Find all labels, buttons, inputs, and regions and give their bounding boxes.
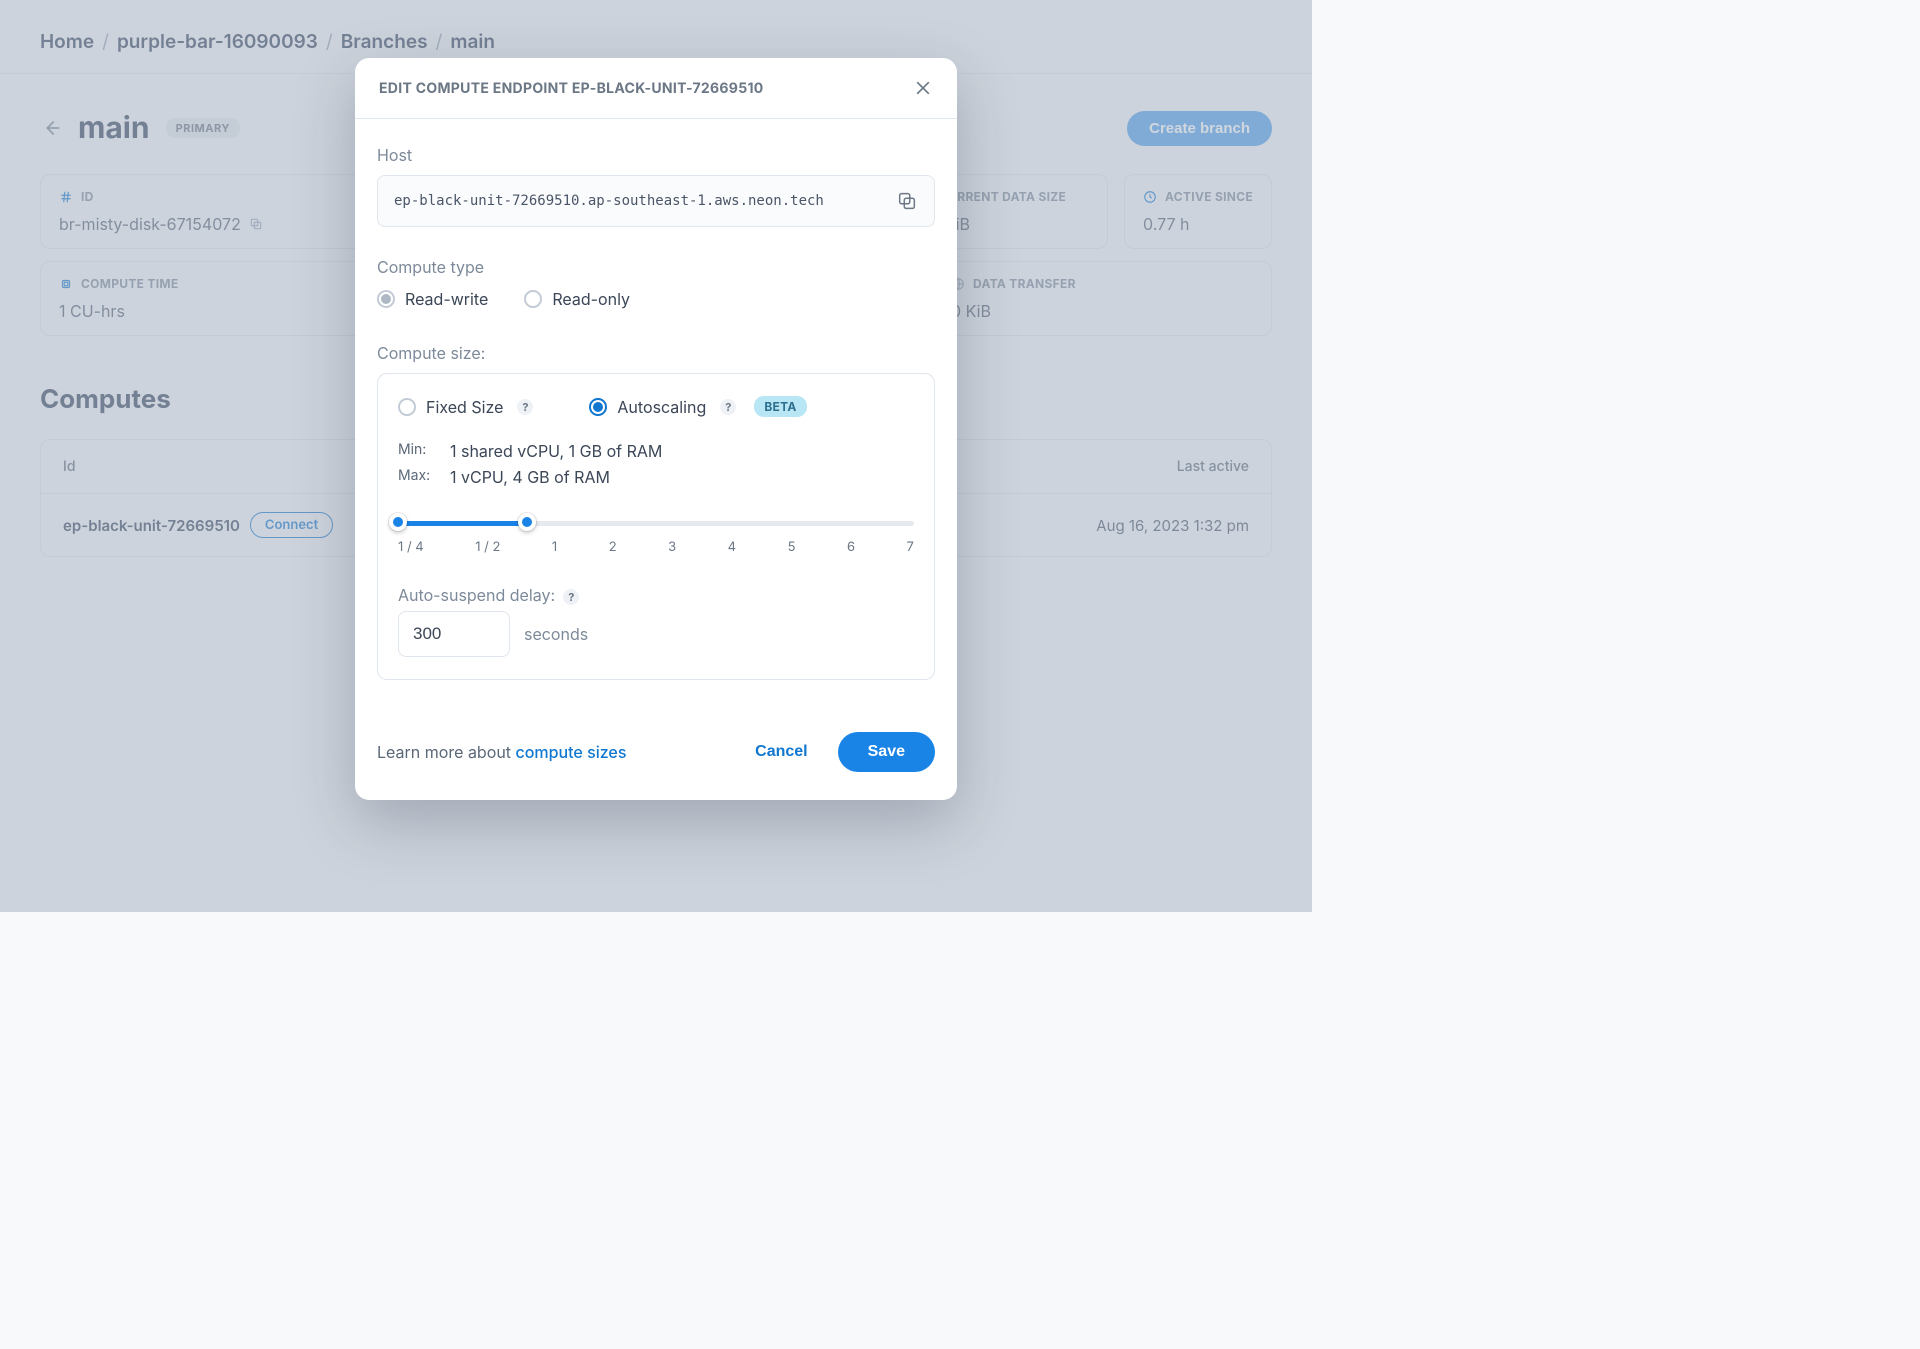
learn-more: Learn more about compute sizes bbox=[377, 742, 626, 762]
help-icon[interactable]: ? bbox=[720, 399, 736, 415]
max-label: Max: bbox=[398, 467, 436, 487]
compute-size-panel: Fixed Size ? Autoscaling ? BETA Min: 1 s… bbox=[377, 373, 935, 680]
radio-read-only[interactable]: Read-only bbox=[524, 289, 630, 309]
min-label: Min: bbox=[398, 441, 436, 461]
radio-dot-icon bbox=[377, 290, 395, 308]
help-icon[interactable]: ? bbox=[517, 399, 533, 415]
modal-title: EDIT COMPUTE ENDPOINT EP-BLACK-UNIT-7266… bbox=[379, 80, 764, 97]
tick: 1 / 2 bbox=[475, 539, 500, 555]
close-icon[interactable] bbox=[913, 78, 933, 98]
autoscaling-label: Autoscaling bbox=[617, 397, 706, 417]
learn-link[interactable]: compute sizes bbox=[516, 742, 627, 762]
host-value: ep-black-unit-72669510.ap-southeast-1.aw… bbox=[394, 193, 824, 209]
tick: 6 bbox=[847, 539, 855, 555]
min-value: 1 shared vCPU, 1 GB of RAM bbox=[450, 441, 662, 461]
learn-prefix: Learn more about bbox=[377, 742, 516, 762]
tick: 2 bbox=[609, 539, 617, 555]
host-box: ep-black-unit-72669510.ap-southeast-1.aw… bbox=[377, 175, 935, 227]
tick: 1 / 4 bbox=[398, 539, 424, 555]
slider-fill bbox=[398, 521, 527, 526]
radio-autoscaling[interactable]: Autoscaling ? BETA bbox=[589, 396, 806, 417]
radio-fixed-size[interactable]: Fixed Size ? bbox=[398, 397, 533, 417]
copy-host-icon[interactable] bbox=[896, 190, 918, 212]
beta-badge: BETA bbox=[754, 396, 806, 417]
tick: 1 bbox=[552, 539, 557, 555]
max-value: 1 vCPU, 4 GB of RAM bbox=[450, 467, 610, 487]
size-slider[interactable] bbox=[398, 515, 914, 531]
compute-size-label: Compute size: bbox=[377, 343, 935, 363]
radio-dot-icon bbox=[589, 398, 607, 416]
radio-dot-icon bbox=[524, 290, 542, 308]
suspend-label: Auto-suspend delay: bbox=[398, 585, 555, 605]
radio-read-write[interactable]: Read-write bbox=[377, 289, 488, 309]
slider-ticks: 1 / 4 1 / 2 1 2 3 4 5 6 7 bbox=[398, 539, 914, 555]
radio-rw-label: Read-write bbox=[405, 289, 488, 309]
seconds-suffix: seconds bbox=[524, 624, 588, 644]
slider-thumb-min[interactable] bbox=[389, 513, 407, 531]
save-button[interactable]: Save bbox=[838, 732, 935, 772]
help-icon[interactable]: ? bbox=[563, 589, 579, 605]
tick: 4 bbox=[728, 539, 736, 555]
radio-ro-label: Read-only bbox=[552, 289, 630, 309]
radio-dot-icon bbox=[398, 398, 416, 416]
edit-endpoint-modal: EDIT COMPUTE ENDPOINT EP-BLACK-UNIT-7266… bbox=[355, 58, 957, 800]
cancel-button[interactable]: Cancel bbox=[749, 742, 813, 762]
tick: 3 bbox=[668, 539, 676, 555]
host-label: Host bbox=[377, 145, 935, 165]
compute-type-label: Compute type bbox=[377, 257, 935, 277]
tick: 5 bbox=[788, 539, 796, 555]
tick: 7 bbox=[907, 539, 914, 555]
slider-thumb-max[interactable] bbox=[518, 513, 536, 531]
fixed-size-label: Fixed Size bbox=[426, 397, 503, 417]
modal-overlay[interactable]: EDIT COMPUTE ENDPOINT EP-BLACK-UNIT-7266… bbox=[0, 0, 1312, 912]
autosuspend-input[interactable] bbox=[398, 611, 510, 657]
